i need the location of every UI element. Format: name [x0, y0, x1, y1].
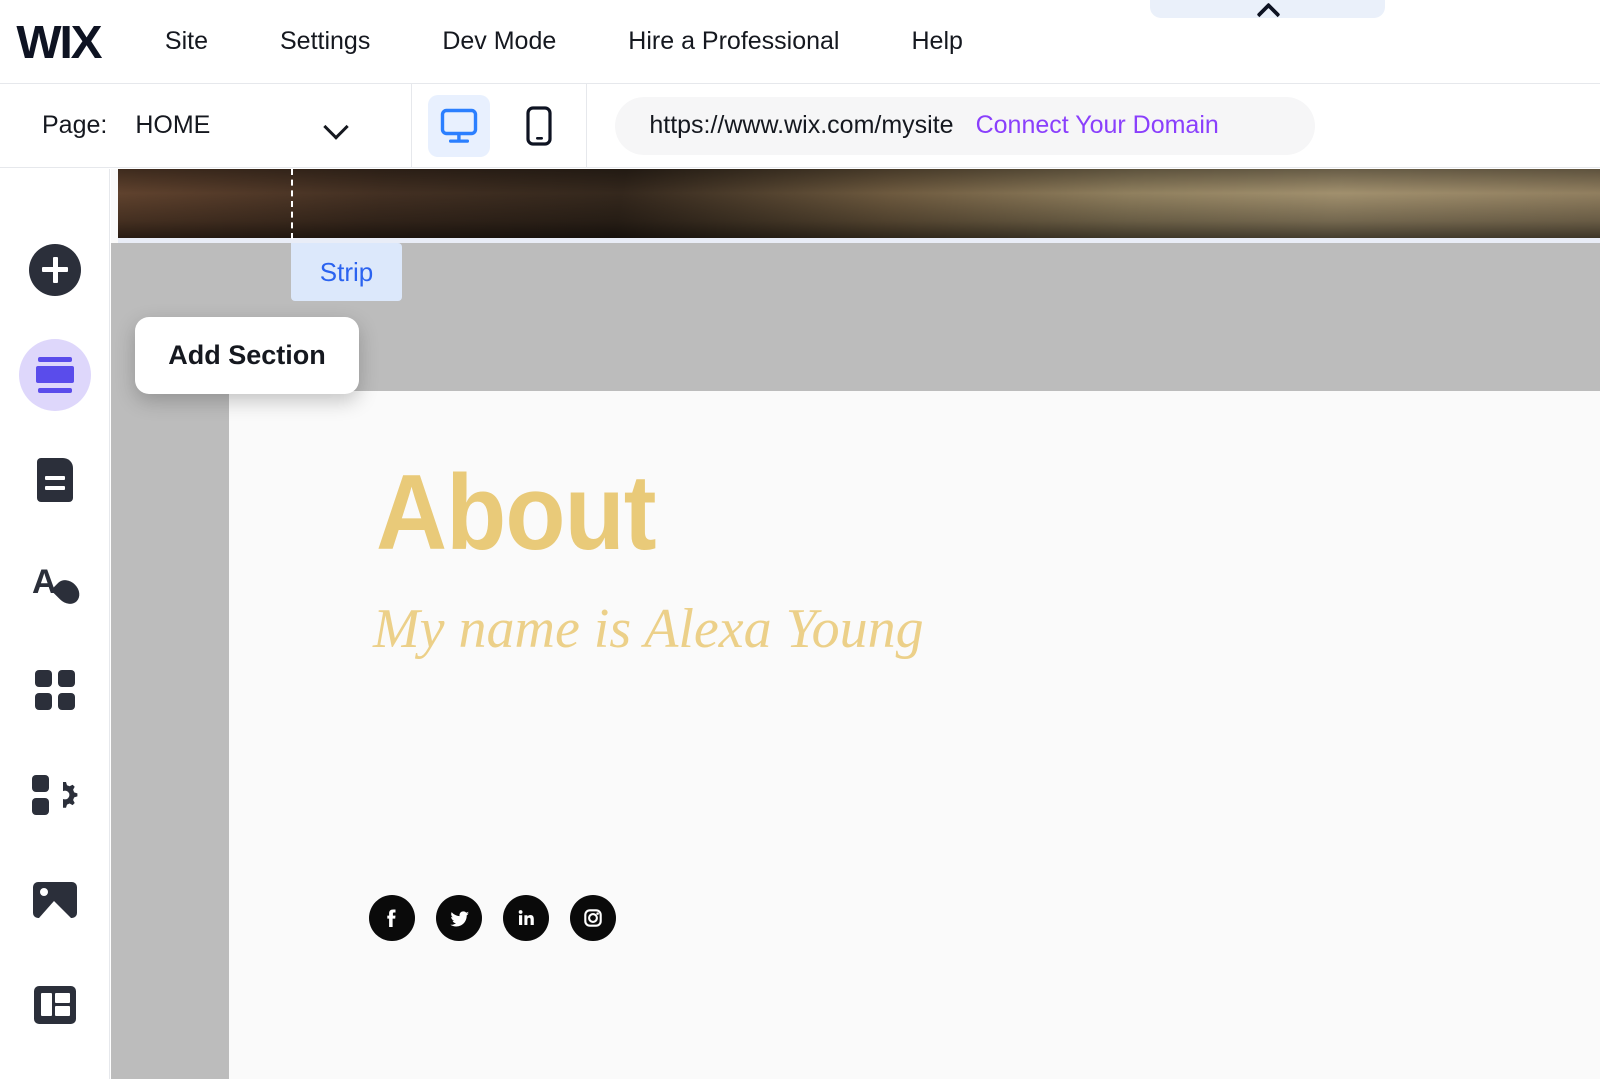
instagram-icon: [584, 909, 602, 927]
grid-four-squares-icon: [35, 669, 75, 710]
plus-icon: [29, 243, 81, 296]
sidebar-item-site-design[interactable]: A: [0, 532, 110, 637]
social-facebook[interactable]: [369, 895, 415, 941]
editor-canvas: Strip Add Section About My name is Alexa…: [111, 169, 1600, 1079]
alignment-guide: [291, 169, 293, 239]
header-photo-strip[interactable]: [118, 169, 1600, 238]
wix-editor-window: WIX Site Settings Dev Mode Hire a Profes…: [0, 0, 1600, 1079]
collapse-toolbar-panel[interactable]: [1150, 0, 1385, 18]
wix-logo[interactable]: WIX: [16, 19, 102, 65]
device-toggle-group: [412, 94, 586, 157]
chevron-down-icon[interactable]: [324, 118, 350, 134]
page-selector-value[interactable]: HOME: [135, 111, 210, 140]
chevron-up-icon: [1257, 2, 1279, 15]
site-url-text: https://www.wix.com/mysite: [649, 111, 954, 139]
menu-hire-a-professional[interactable]: Hire a Professional: [618, 21, 849, 62]
mobile-view-toggle[interactable]: [508, 95, 570, 157]
add-section-tooltip-text: Add Section: [168, 340, 326, 370]
gray-left-margin: [111, 391, 229, 1079]
sidebar-item-add-apps[interactable]: [0, 742, 110, 847]
site-url-bar[interactable]: https://www.wix.com/mysite Connect Your …: [615, 96, 1316, 155]
page-label: Page:: [42, 111, 108, 139]
twitter-icon: [449, 910, 469, 926]
facebook-icon: [387, 909, 396, 927]
table-grid-icon: [34, 985, 76, 1024]
page-document-icon: [37, 457, 73, 502]
sidebar-item-apps[interactable]: [0, 637, 110, 742]
desktop-view-toggle[interactable]: [428, 94, 491, 157]
sidebar-item-add[interactable]: [0, 217, 110, 322]
menu-dev-mode[interactable]: Dev Mode: [432, 21, 566, 62]
mobile-icon: [526, 105, 552, 146]
left-sidebar: A: [0, 169, 110, 1079]
linkedin-icon: [518, 910, 534, 925]
social-icons-row: [369, 895, 616, 941]
sidebar-item-content-manager[interactable]: [0, 952, 110, 1057]
toolbar-divider-2: [586, 83, 588, 168]
strip-label-tag[interactable]: Strip: [291, 243, 402, 301]
connect-domain-link[interactable]: Connect Your Domain: [976, 111, 1219, 140]
strip-label-text: Strip: [319, 256, 374, 287]
sections-icon: [19, 338, 91, 411]
image-icon: [33, 881, 77, 918]
about-heading[interactable]: About: [376, 459, 657, 566]
social-linkedin[interactable]: [503, 895, 549, 941]
sidebar-item-sections[interactable]: [0, 322, 110, 427]
menu-site[interactable]: Site: [155, 21, 218, 62]
social-twitter[interactable]: [436, 895, 482, 941]
add-section-tooltip[interactable]: Add Section: [135, 317, 359, 394]
theme-letter-a-droplet-icon: A: [32, 565, 85, 609]
sidebar-item-media[interactable]: [0, 847, 110, 952]
page-toolbar: Page: HOME https://www.wix.com/mysite Co…: [0, 83, 1600, 168]
desktop-icon: [441, 108, 478, 143]
menu-settings[interactable]: Settings: [270, 21, 380, 62]
about-subtitle[interactable]: My name is Alexa Young: [373, 601, 924, 657]
sidebar-item-pages[interactable]: [0, 427, 110, 532]
menu-help[interactable]: Help: [902, 21, 973, 62]
social-instagram[interactable]: [570, 895, 616, 941]
apps-gear-icon: [32, 774, 78, 815]
